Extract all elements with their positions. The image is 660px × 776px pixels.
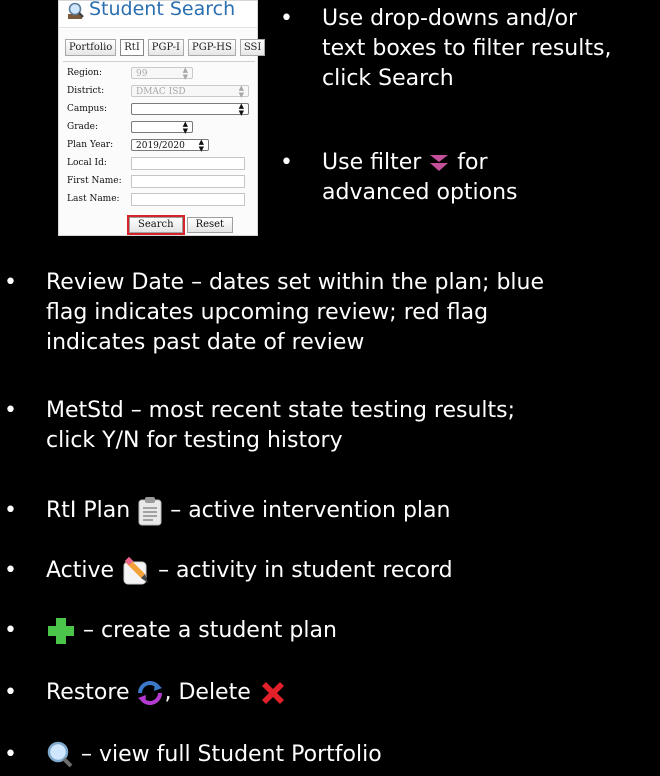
bullet-filter-text: Use drop-downs and/or text boxes to filt… [322,4,611,94]
local-id-input[interactable] [131,156,245,170]
campus-select[interactable]: ▲ ▼ [131,102,249,117]
bullet-active: • Active – activity in student record [4,556,660,588]
advanced-line2-text: advanced options [322,180,518,205]
region-select[interactable]: 99 ▲ ▼ [131,66,193,81]
bullet-metstd-line: click Y/N for testing history [46,428,343,453]
magnifier-icon[interactable] [46,741,74,769]
bullet-restore-delete: • Restore , Delete [4,678,660,710]
first-name-label: First Name: [67,176,122,186]
bullet-review-text: Review Date – dates set within the plan;… [46,268,544,358]
district-select[interactable]: DMAC ISD ▲ ▼ [131,84,249,99]
tab-pgp-hs[interactable]: PGP-HS [188,39,236,56]
panel-title: Student Search [89,0,236,20]
reset-button[interactable]: Reset [186,217,234,233]
filter-chevron-icon[interactable] [428,152,450,174]
bullet-filter-line: text boxes to filter results, [322,36,612,61]
select-arrows-icon: ▲ ▼ [238,84,244,99]
bullet-metstd-text: MetStd – most recent state testing resul… [46,396,515,456]
first-name-input[interactable] [131,174,245,188]
bullet-filter-line: Use drop-downs and/or [322,6,578,31]
bullet-review-line: indicates past date of review [46,330,365,355]
form-buttons: Search Reset [127,215,234,235]
bullet-review-line: Review Date – dates set within the plan;… [46,270,545,295]
bullet-active-text: Active – activity in student record [46,556,453,586]
restore-pre-text: Restore [46,680,130,705]
bullet-dot: • [4,680,17,705]
bullet-metstd: • MetStd – most recent state testing res… [4,396,660,460]
bullet-dot: • [280,6,293,31]
bullet-dot: • [280,150,293,175]
campus-label: Campus: [67,104,107,114]
magnifier-icon [68,2,84,19]
bullet-dot: • [4,270,17,295]
bullet-filter: • Use drop-downs and/or text boxes to fi… [280,4,660,100]
bullet-portfolio-text: – view full Student Portfolio [46,740,382,770]
tab-ssi[interactable]: SSI [239,39,266,56]
bullet-review-line: flag indicates upcoming review; red flag [46,300,489,325]
bullet-create-text: – create a student plan [46,616,337,646]
red-x-icon[interactable] [258,678,288,708]
tab-portfolio[interactable]: Portfolio [65,39,117,56]
grade-select[interactable]: ▲ ▼ [131,120,193,135]
last-name-label: Last Name: [67,194,120,204]
select-arrows-icon: ▲ ▼ [198,138,204,153]
restore-mid-text: , Delete [164,680,251,705]
bullet-filter-line: click Search [322,66,454,91]
last-name-input[interactable] [131,192,245,206]
clipboard-icon[interactable] [137,496,163,526]
district-label: District: [67,86,105,96]
student-search-panel: Student Search Portfolio RtI PGP-I PGP-H… [58,0,266,236]
rti-post-text: – active intervention plan [170,498,451,523]
bullet-dot: • [4,498,17,523]
bullet-review-date: • Review Date – dates set within the pla… [4,268,660,364]
bullet-restore-text: Restore , Delete [46,678,288,708]
bullet-metstd-line: MetStd – most recent state testing resul… [46,398,516,423]
tab-pgp-i[interactable]: PGP-I [147,39,185,56]
bullet-dot: • [4,398,17,423]
bullet-dot: • [4,618,17,643]
edit-note-icon[interactable] [121,556,151,586]
bullet-advanced-text: Use filter for advanced options [322,148,518,208]
select-arrows-icon: ▲ ▼ [182,66,188,81]
search-button[interactable]: Search [127,215,185,235]
bullet-rti-text: RtI Plan – active intervention plan [46,496,450,526]
active-post-text: – activity in student record [158,558,453,583]
search-form: Region: 99 ▲ ▼ District: DMAC ISD ▲ ▼ Camp… [63,61,255,208]
bullet-dot: • [4,742,17,767]
select-arrows-icon: ▲ ▼ [182,120,188,135]
tab-rti[interactable]: RtI [120,39,144,56]
bullet-portfolio: • – view full Student Portfolio [4,740,660,772]
region-value: 99 [136,69,148,79]
advanced-pre-text: Use filter [322,150,422,175]
region-label: Region: [67,68,102,78]
plus-icon[interactable] [46,616,76,646]
advanced-post-text: for [457,150,488,175]
grade-label: Grade: [67,122,98,132]
rti-pre-text: RtI Plan [46,498,131,523]
bullet-dot: • [4,558,17,583]
restore-arrows-icon[interactable] [136,679,164,707]
local-id-label: Local Id: [67,158,107,168]
active-pre-text: Active [46,558,115,583]
plan-year-select[interactable]: 2019/2020 ▲ ▼ [131,138,209,153]
select-arrows-icon: ▲ ▼ [238,102,244,117]
portfolio-post-text: – view full Student Portfolio [81,742,382,767]
plan-year-value: 2019/2020 [136,141,185,151]
bullet-advanced: • Use filter for advanced options [280,148,660,212]
panel-header: Student Search [59,0,257,28]
plan-year-label: Plan Year: [67,140,114,150]
plan-tabs: Portfolio RtI PGP-I PGP-HS SSI [65,39,266,56]
bullet-create-plan: • – create a student plan [4,616,660,648]
create-post-text: – create a student plan [83,618,337,643]
district-value: DMAC ISD [136,87,186,97]
bullet-rti-plan: • RtI Plan – active intervention plan [4,496,660,528]
